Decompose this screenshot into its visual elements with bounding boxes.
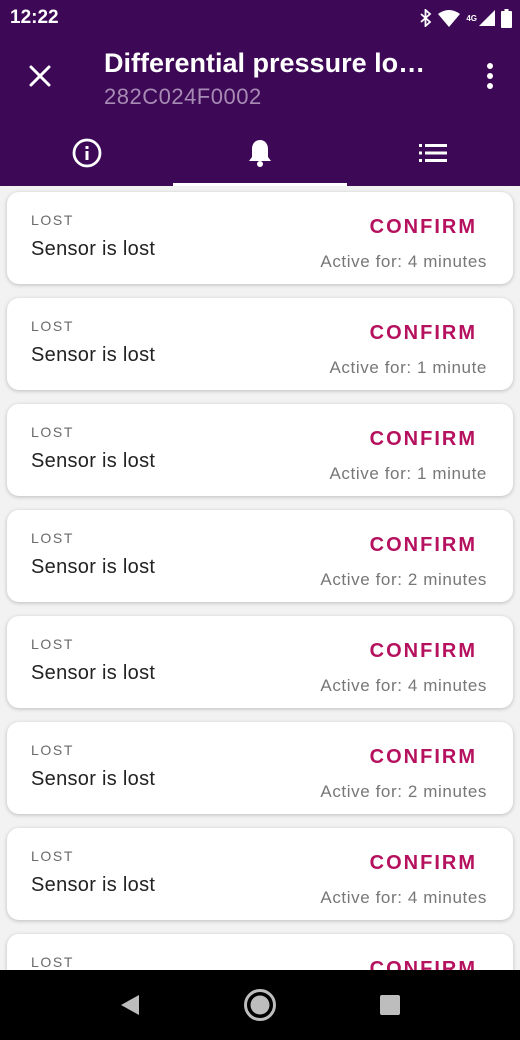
back-icon bbox=[121, 995, 139, 1015]
alarm-category: LOST bbox=[31, 742, 74, 758]
system-nav-bar bbox=[0, 970, 520, 1040]
close-icon bbox=[29, 65, 51, 87]
alarm-message: Sensor is lost bbox=[31, 768, 156, 790]
confirm-button[interactable]: CONFIRM bbox=[370, 640, 477, 663]
alarm-duration: Active for: 4 minutes bbox=[320, 676, 487, 695]
alarm-category: LOST bbox=[31, 848, 74, 864]
confirm-button[interactable]: CONFIRM bbox=[370, 428, 477, 451]
alarm-message: Sensor is lost bbox=[31, 238, 156, 260]
confirm-button[interactable]: CONFIRM bbox=[370, 746, 477, 769]
alarm-category: LOST bbox=[31, 954, 74, 970]
wifi-icon bbox=[438, 9, 461, 27]
home-button[interactable] bbox=[242, 987, 278, 1023]
alarm-card: LOST Sensor is lost CONFIRM Active for: … bbox=[7, 722, 513, 814]
alarm-category: LOST bbox=[31, 424, 74, 440]
tab-list[interactable] bbox=[347, 120, 520, 186]
confirm-button[interactable]: CONFIRM bbox=[370, 216, 477, 239]
bluetooth-icon bbox=[420, 9, 432, 27]
list-icon bbox=[419, 144, 448, 162]
alarm-card: LOST Sensor is lost CONFIRM Active for: … bbox=[7, 192, 513, 284]
alarm-card: LOST Sensor is lost CONFIRM Active for: … bbox=[7, 616, 513, 708]
more-options-button[interactable] bbox=[478, 58, 502, 94]
alarm-category: LOST bbox=[31, 636, 74, 652]
status-bar: 12:22 4G bbox=[0, 0, 520, 36]
confirm-button[interactable]: CONFIRM bbox=[370, 958, 477, 970]
tab-bar bbox=[0, 120, 520, 186]
alarm-message: Sensor is lost bbox=[31, 344, 156, 366]
confirm-button[interactable]: CONFIRM bbox=[370, 852, 477, 875]
alarm-message: Sensor is lost bbox=[31, 450, 156, 472]
tab-alarms[interactable] bbox=[173, 120, 347, 186]
bell-icon bbox=[248, 140, 271, 167]
alarm-card: LOST Sensor is lost CONFIRM Active for: … bbox=[7, 828, 513, 920]
app-bar: Differential pressure lo… 282C024F0002 bbox=[0, 36, 520, 120]
alarm-duration: Active for: 1 minute bbox=[329, 464, 487, 483]
alarm-category: LOST bbox=[31, 318, 74, 334]
alarm-list[interactable]: LOST Sensor is lost CONFIRM Active for: … bbox=[0, 186, 520, 970]
alarm-message: Sensor is lost bbox=[31, 874, 156, 896]
alarm-message: Sensor is lost bbox=[31, 662, 156, 684]
network-type: 4G bbox=[466, 13, 477, 23]
confirm-button[interactable]: CONFIRM bbox=[370, 534, 477, 557]
alarm-category: LOST bbox=[31, 212, 74, 228]
recents-icon bbox=[380, 995, 400, 1015]
alarm-duration: Active for: 2 minutes bbox=[320, 570, 487, 589]
alarm-card: LOST CONFIRM bbox=[7, 934, 513, 970]
info-icon bbox=[72, 138, 102, 168]
tab-info[interactable] bbox=[0, 120, 173, 186]
alarm-duration: Active for: 4 minutes bbox=[320, 888, 487, 907]
alarm-category: LOST bbox=[31, 530, 74, 546]
confirm-button[interactable]: CONFIRM bbox=[370, 322, 477, 345]
recents-button[interactable] bbox=[372, 987, 408, 1023]
page-title: Differential pressure lo… bbox=[104, 48, 426, 78]
status-time: 12:22 bbox=[10, 7, 59, 28]
battery-icon bbox=[501, 8, 512, 28]
alarm-message: Sensor is lost bbox=[31, 556, 156, 578]
alarm-duration: Active for: 2 minutes bbox=[320, 782, 487, 801]
signal-icon bbox=[479, 10, 495, 26]
alarm-duration: Active for: 1 minute bbox=[329, 358, 487, 377]
close-button[interactable] bbox=[20, 56, 60, 96]
alarm-card: LOST Sensor is lost CONFIRM Active for: … bbox=[7, 404, 513, 496]
alarm-card: LOST Sensor is lost CONFIRM Active for: … bbox=[7, 298, 513, 390]
home-icon bbox=[244, 989, 276, 1021]
alarm-card: LOST Sensor is lost CONFIRM Active for: … bbox=[7, 510, 513, 602]
status-icons: 4G bbox=[420, 7, 512, 29]
device-id: 282C024F0002 bbox=[104, 84, 262, 109]
more-vert-icon bbox=[487, 63, 493, 89]
alarm-duration: Active for: 4 minutes bbox=[320, 252, 487, 271]
back-button[interactable] bbox=[112, 987, 148, 1023]
